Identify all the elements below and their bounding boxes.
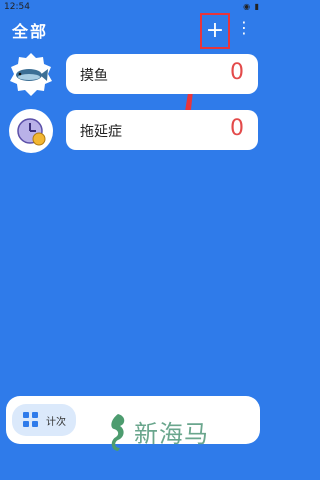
- page-title: 全部: [12, 22, 49, 41]
- more-menu-button[interactable]: ⋮: [236, 16, 252, 40]
- seahorse-logo-icon: [111, 414, 125, 451]
- watermark-text: 新海马: [134, 420, 209, 448]
- status-icons: ◉ ▮: [243, 2, 260, 11]
- counter-value: 0: [230, 60, 244, 85]
- counter-card[interactable]: 拖延症 0: [66, 110, 258, 150]
- counter-label: 拖延症: [80, 124, 122, 140]
- add-button[interactable]: +: [200, 13, 230, 49]
- tab-counter[interactable]: 计次: [12, 404, 76, 436]
- watermark: 新海马: [100, 412, 250, 452]
- counter-value: 0: [230, 116, 244, 141]
- clock-icon: [9, 109, 53, 153]
- grid-icon: [23, 412, 39, 428]
- tab-counter-label: 计次: [46, 417, 66, 428]
- counter-label: 摸鱼: [80, 68, 108, 84]
- counter-card[interactable]: 摸鱼 0: [66, 54, 258, 94]
- status-bar: 12:54 ◉ ▮: [0, 0, 266, 14]
- fish-icon: [10, 53, 52, 96]
- status-time: 12:54: [4, 2, 30, 12]
